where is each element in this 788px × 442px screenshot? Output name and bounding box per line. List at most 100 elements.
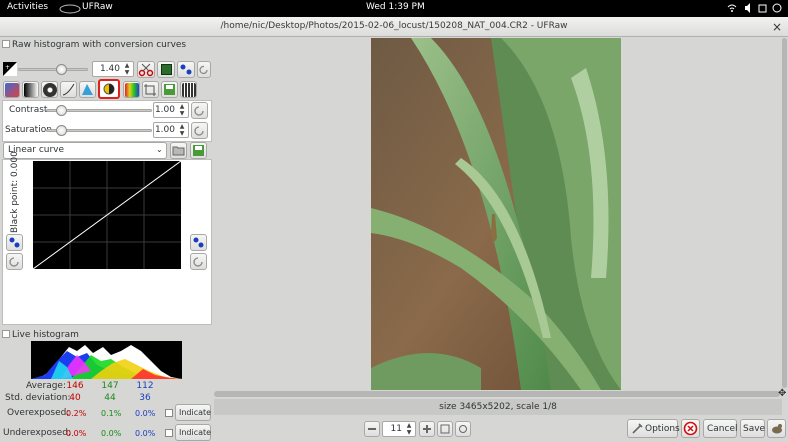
clip-mode-button[interactable]: [157, 61, 175, 78]
std-blue: 36: [139, 393, 151, 403]
color-management-icon: [82, 84, 93, 95]
zoom-100-icon: [459, 425, 467, 433]
save-curve-button[interactable]: [190, 142, 207, 159]
tab-white-balance[interactable]: [3, 81, 20, 98]
zoom-fit-button[interactable]: [437, 421, 453, 437]
underexposed-checkbox[interactable]: [165, 429, 173, 437]
image-size-status: size 3465x5202, scale 1/8: [439, 402, 557, 412]
tab-lens[interactable]: [41, 81, 58, 98]
spin-up-icon[interactable]: ▲: [122, 62, 132, 69]
average-red: 146: [66, 381, 84, 391]
tab-grayscale[interactable]: [22, 81, 39, 98]
tab-curve-corrections[interactable]: [98, 79, 120, 99]
live-histogram: [31, 341, 182, 379]
zoom-in-icon: [423, 425, 431, 433]
gear-pair-icon: [180, 64, 192, 75]
spin-up-icon[interactable]: ▲: [177, 103, 187, 110]
folder-icon: [172, 146, 185, 156]
tab-color-management[interactable]: [79, 81, 96, 98]
tab-crop[interactable]: [142, 81, 159, 98]
contrast-spin[interactable]: 1.00 ▲ ▼: [153, 102, 189, 118]
black-point-label-wrap: Black point: 0.000: [4, 151, 26, 233]
move-handle-icon[interactable]: ✥: [778, 388, 788, 399]
zoom-out-button[interactable]: [364, 421, 380, 437]
overexposed-green: 0.1%: [101, 409, 122, 418]
wifi-icon[interactable]: [727, 3, 737, 16]
send-to-gimp-button[interactable]: [767, 419, 786, 438]
activities-button[interactable]: Activities: [7, 2, 48, 12]
tab-color-adjust[interactable]: [123, 81, 140, 98]
system-menu-icon[interactable]: [772, 3, 782, 16]
raw-histogram-label: Raw histogram with conversion curves: [12, 40, 187, 50]
contrast-slider-knob[interactable]: [56, 105, 67, 116]
indicate-overexposed-button[interactable]: Indicate: [175, 404, 211, 421]
saturation-reset-button[interactable]: [191, 122, 208, 139]
photo-preview[interactable]: [371, 38, 621, 390]
spin-up-icon[interactable]: ▲: [177, 123, 187, 130]
open-curve-button[interactable]: [170, 142, 187, 159]
black-point-auto-button[interactable]: [6, 234, 23, 251]
grayscale-icon: [24, 83, 38, 97]
exposure-reset-button[interactable]: [197, 61, 211, 78]
black-point-label: Black point: 0.000: [10, 151, 20, 233]
gnome-top-bar: Activities UFRaw Wed 1:39 PM: [0, 0, 788, 17]
overexposed-red: 0.2%: [66, 409, 87, 418]
std-red: 40: [69, 393, 81, 403]
zoom-out-icon: [368, 428, 376, 430]
saturation-slider-knob[interactable]: [56, 125, 67, 136]
black-point-reset-button[interactable]: [6, 253, 23, 270]
auto-exposure-button[interactable]: [137, 61, 155, 78]
window-close-button[interactable]: ×: [772, 20, 782, 34]
tab-save-options[interactable]: [161, 81, 178, 98]
live-histogram-collapse-toggle[interactable]: [2, 330, 10, 338]
overexposed-checkbox[interactable]: [165, 409, 173, 417]
gear-pair-icon: [9, 237, 20, 248]
curve-editor[interactable]: [33, 161, 181, 269]
tab-exif[interactable]: [180, 81, 197, 98]
preview-horizontal-scrollbar[interactable]: [214, 391, 780, 397]
window-titlebar: /home/nic/Desktop/Photos/2015-02-06_locu…: [0, 17, 788, 37]
reset-icon: [199, 65, 208, 75]
options-button[interactable]: Options: [627, 419, 680, 438]
app-name[interactable]: UFRaw: [82, 2, 113, 12]
zoom-100-button[interactable]: [455, 421, 471, 437]
underexposed-blue: 0.0%: [135, 429, 156, 438]
spin-down-icon[interactable]: ▼: [122, 69, 132, 76]
saturation-spin[interactable]: 1.00 ▲ ▼: [153, 122, 189, 138]
contrast-sun-icon: [103, 83, 115, 95]
spin-down-icon[interactable]: ▼: [177, 110, 187, 117]
cancel-button[interactable]: Cancel: [703, 419, 738, 438]
exposure-auto-button[interactable]: [177, 61, 195, 78]
save-button[interactable]: Save: [740, 419, 765, 438]
window-title: /home/nic/Desktop/Photos/2015-02-06_locu…: [220, 21, 568, 31]
overexposed-label: Overexposed:: [7, 408, 70, 418]
curve-reset-button[interactable]: [190, 253, 207, 270]
zoom-fit-icon: [440, 424, 450, 434]
save-settings-icon: [164, 84, 175, 95]
exposure-slider-knob[interactable]: [56, 64, 67, 75]
spin-down-icon[interactable]: ▼: [404, 429, 414, 436]
gear-pair-icon: [193, 237, 204, 248]
average-blue: 112: [136, 381, 154, 391]
contrast-reset-button[interactable]: [191, 102, 208, 119]
white-point-auto-button[interactable]: [190, 234, 207, 251]
volume-icon[interactable]: [744, 3, 754, 16]
spin-up-icon[interactable]: ▲: [404, 422, 414, 429]
exposure-slider[interactable]: [18, 68, 88, 71]
svg-text:+: +: [5, 64, 10, 71]
battery-icon[interactable]: [758, 3, 768, 16]
chevron-down-icon: ⌄: [156, 145, 163, 154]
clock[interactable]: Wed 1:39 PM: [366, 2, 425, 12]
zoom-in-button[interactable]: [419, 421, 435, 437]
preview-vertical-scrollbar[interactable]: [782, 38, 787, 388]
exposure-spin[interactable]: 1.40 ▲ ▼: [92, 61, 134, 77]
tab-base-curve[interactable]: [60, 81, 77, 98]
indicate-underexposed-button[interactable]: Indicate: [175, 424, 211, 441]
curve-preset-select[interactable]: Linear curve ⌄: [3, 142, 167, 159]
spin-down-icon[interactable]: ▼: [177, 130, 187, 137]
status-bar: size 3465x5202, scale 1/8: [214, 399, 782, 415]
zoom-spin[interactable]: 11 ▲ ▼: [382, 421, 416, 437]
underexposed-label: Underexposed:: [3, 428, 71, 438]
raw-histogram-collapse-toggle[interactable]: [2, 40, 10, 48]
delete-button[interactable]: [681, 419, 700, 438]
